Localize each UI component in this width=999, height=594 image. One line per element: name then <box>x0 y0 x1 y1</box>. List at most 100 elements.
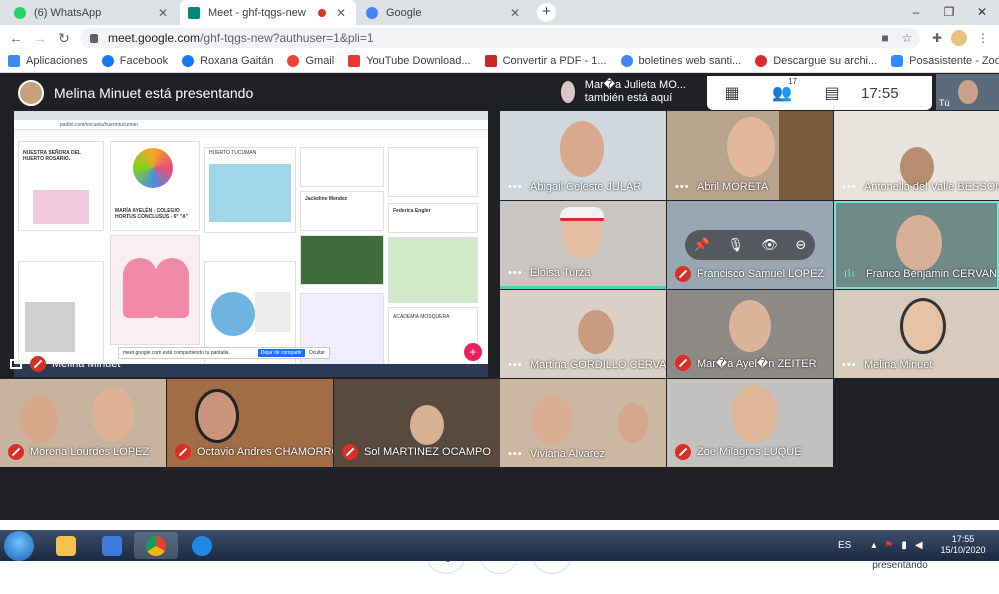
volume-icon[interactable]: ◀ <box>915 540 923 551</box>
presentation-tile[interactable]: Melina Minuet está presentando padlet.co… <box>0 74 500 378</box>
bookmark-apps[interactable]: Aplicaciones <box>8 55 88 67</box>
bookmark-facebook[interactable]: Facebook <box>101 55 168 67</box>
audio-level-icon: ••• <box>675 181 690 193</box>
bookmark-descargue[interactable]: Descargue su archi... <box>755 55 877 67</box>
participant-tile[interactable]: ••• Martina GORDILLO CERVAN... <box>500 290 666 378</box>
participant-face <box>896 215 942 271</box>
close-icon[interactable]: ✕ <box>334 6 348 20</box>
tile-hover-controls: 📌 🎙 👁 ⊖ <box>685 230 815 260</box>
participant-tile[interactable]: ılı Franco Benjamin CERVANT... <box>834 201 999 289</box>
bookmark-zoom[interactable]: Posasistente - Zoom <box>891 55 999 67</box>
tab-google[interactable]: Google ✕ <box>358 0 530 25</box>
tray-chevron-icon[interactable]: ▴ <box>871 540 876 551</box>
audio-level-icon: ••• <box>508 359 523 371</box>
participant-tile[interactable]: ••• Abril MORETA <box>667 111 833 200</box>
taskbar-ie[interactable] <box>180 532 224 559</box>
mic-off-icon <box>342 444 358 460</box>
padlet-card: NUESTRA SEÑORA DEL HUERTO ROSARIO. <box>18 141 104 231</box>
address-bar[interactable]: meet.google.com/ghf-tqgs-new?authuser=1&… <box>80 28 920 48</box>
browser-toolbar: ← → ↻ meet.google.com/ghf-tqgs-new?authu… <box>0 25 999 50</box>
padlet-card <box>110 235 200 345</box>
meet-icon <box>188 6 200 19</box>
participant-name-row: ••• Eloisa Turza <box>508 267 591 279</box>
maximize-button[interactable]: ❐ <box>933 0 965 25</box>
new-tab-button[interactable]: + <box>537 3 556 22</box>
apps-grid-icon <box>8 55 20 67</box>
participant-name: Morena Lourdes LOPEZ <box>30 446 150 458</box>
participant-tile[interactable]: ••• Melina Minuet <box>834 290 999 378</box>
participant-name: Melina Minuet <box>864 359 933 371</box>
tab-meet[interactable]: Meet - ghf-tqgs-new ✕ <box>180 0 356 25</box>
participant-name: Abigail Celeste JULAR <box>530 181 642 193</box>
tab-whatsapp[interactable]: (6) WhatsApp ✕ <box>6 0 178 25</box>
mic-off-icon <box>30 355 46 372</box>
language-indicator[interactable]: ES <box>838 540 851 551</box>
participant-tile[interactable]: Mar�a Ayel�n ZEITER <box>667 290 833 378</box>
extensions-icon[interactable]: ✚ <box>929 30 945 46</box>
facebook-icon <box>182 55 195 67</box>
mic-off-icon <box>675 355 691 371</box>
back-button[interactable]: ← <box>6 28 26 48</box>
participant-tile[interactable]: ••• Abigail Celeste JULAR <box>500 111 666 200</box>
bookmark-youtube-download[interactable]: YouTube Download... <box>348 55 471 67</box>
pin-icon[interactable]: 📌 <box>694 237 710 253</box>
self-view-banner: Mar�a Julieta MO... también está aquí <box>555 74 705 110</box>
participant-tile[interactable]: ••• Viviana Alvarez <box>500 379 666 467</box>
globe-drawing-thumbnail <box>211 292 255 336</box>
forward-button[interactable]: → <box>30 28 50 48</box>
window-close-button[interactable]: ✕ <box>966 0 998 25</box>
chrome-icon <box>146 535 166 556</box>
network-icon[interactable]: ▮ <box>901 540 907 551</box>
chat-icon[interactable]: ▤ <box>807 83 857 103</box>
camera-icon[interactable]: ■ <box>877 30 893 46</box>
close-icon[interactable]: ✕ <box>508 6 522 20</box>
download-icon <box>348 55 361 67</box>
flag-icon[interactable]: ⚑ <box>884 540 893 551</box>
taskbar-media[interactable] <box>90 532 134 559</box>
participants-icon[interactable]: 👥 17 <box>757 77 807 103</box>
monitor-icon <box>10 358 22 369</box>
remove-icon[interactable]: ⊖ <box>795 237 806 253</box>
participant-face <box>731 385 777 443</box>
bookmark-roxana[interactable]: Roxana Gaitán <box>182 55 273 67</box>
start-button[interactable] <box>4 531 34 561</box>
participant-name-row: Francisco Samuel LOPEZ <box>675 266 824 282</box>
taskbar-chrome[interactable] <box>134 532 178 559</box>
participant-name-row: Morena Lourdes LOPEZ <box>8 444 149 460</box>
bookmark-star-icon[interactable]: ☆ <box>899 30 915 46</box>
whatsapp-icon <box>14 6 26 19</box>
participant-tile[interactable]: Morena Lourdes LOPEZ <box>0 379 166 467</box>
mute-mic-icon[interactable]: 🎙 <box>727 237 744 253</box>
participant-name: Franco Benjamin CERVANT... <box>866 268 999 280</box>
lock-icon <box>90 33 98 43</box>
bookmark-boletines[interactable]: boletines web santi... <box>620 55 741 67</box>
participant-name: Viviana Alvarez <box>530 448 606 460</box>
close-icon[interactable]: ✕ <box>156 6 170 20</box>
participant-face <box>578 310 614 354</box>
participant-tile[interactable]: Zoe Milagros LUQUE <box>667 379 833 467</box>
participant-tile[interactable]: Octavio Andres CHAMORRO <box>167 379 333 467</box>
participant-name-row: Mar�a Ayel�n ZEITER <box>675 355 817 371</box>
participant-name: Antonella del Valle BESSONE <box>864 181 999 193</box>
taskbar-explorer[interactable] <box>44 532 88 559</box>
bookmark-gmail[interactable]: Gmail <box>287 55 334 67</box>
reload-button[interactable]: ↻ <box>54 28 74 48</box>
eye-icon[interactable]: 👁 <box>761 237 778 253</box>
profile-avatar[interactable] <box>951 30 967 46</box>
audio-level-icon: ••• <box>842 359 857 371</box>
tab-label: Google <box>386 6 422 19</box>
photo-thumbnail <box>300 235 384 285</box>
self-thumbnail[interactable]: Tú <box>936 74 999 110</box>
taskbar-clock[interactable]: 17:55 15/10/2020 <box>932 534 994 556</box>
participant-tile[interactable]: Sol MARTINEZ OCAMPO <box>334 379 500 467</box>
layout-grid-icon[interactable]: ▦ <box>707 83 757 103</box>
heart-drawing-thumbnail <box>155 258 189 318</box>
browser-menu-icon[interactable]: ⋮ <box>975 30 991 46</box>
participant-face <box>900 298 946 354</box>
minimize-button[interactable]: – <box>900 0 932 25</box>
participant-tile[interactable]: ••• Eloisa Turza <box>500 201 666 289</box>
bookmark-convertir-pdf[interactable]: Convertir a PDF - 1... <box>484 55 607 67</box>
participant-tile[interactable]: ••• Antonella del Valle BESSONE <box>834 111 999 200</box>
zoom-icon <box>891 55 904 67</box>
blocked-icon <box>755 55 768 67</box>
